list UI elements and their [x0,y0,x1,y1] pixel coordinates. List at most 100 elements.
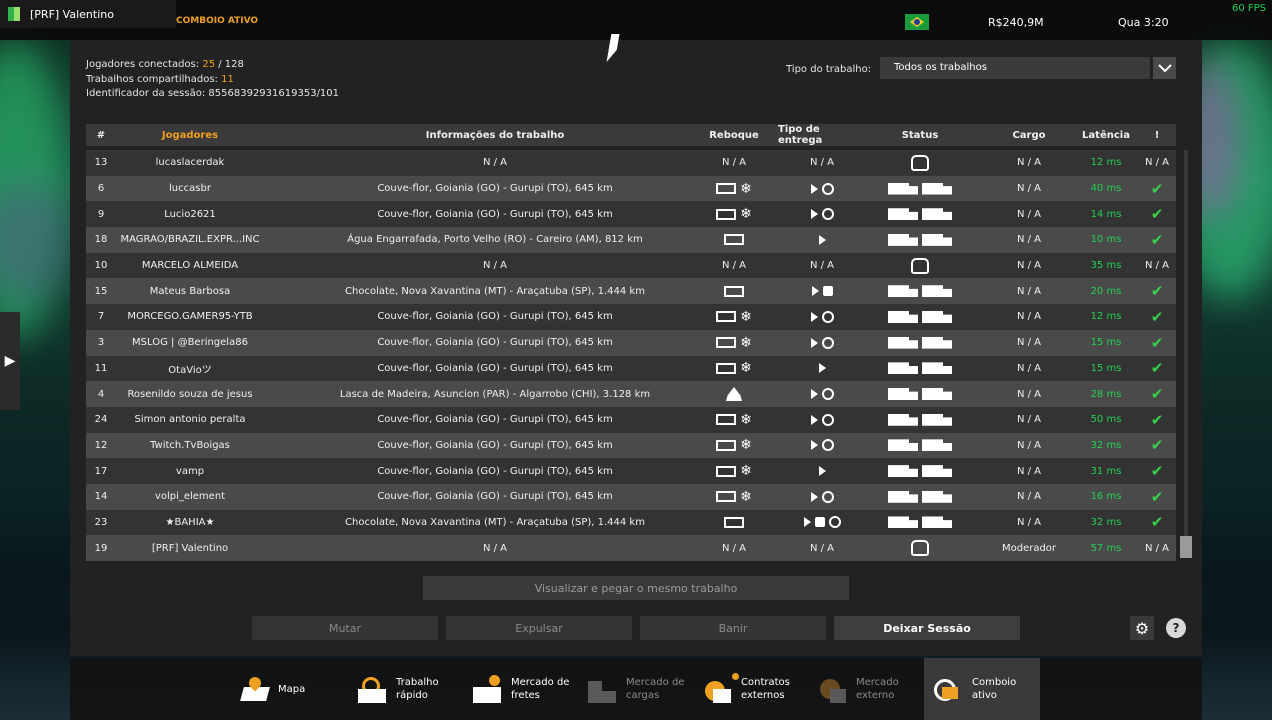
col-status[interactable]: Status [876,124,964,146]
nav-freight-market[interactable]: Mercado de fretes [473,658,569,720]
dock-icon [821,490,834,503]
refrigerated-icon: ❄ [740,488,752,505]
status-cell [876,150,964,176]
cargo-role: N / A [1016,516,1042,528]
col-cargo[interactable]: Cargo [994,124,1064,146]
trailer-cell: N / A [721,260,747,272]
col-latency[interactable]: Latência [1076,124,1136,146]
check-icon: ✔ [1150,487,1164,506]
leave-session-button[interactable]: Deixar Sessão [834,616,1020,640]
check-icon: ✔ [1150,282,1164,301]
table-row[interactable]: 15 Mateus Barbosa Chocolate, Nova Xavantin… [86,278,1176,305]
col-trailer[interactable]: Reboque [709,124,759,146]
latency-value: 15 ms [1090,337,1122,349]
play-icon [810,337,818,348]
table-row[interactable]: 24 Simon antonio peralta Couve-flor, Goian… [86,406,1176,433]
play-icon [810,414,818,425]
view-same-job-button[interactable]: Visualizar e pegar o mesmo trabalho [423,576,849,600]
table-row[interactable]: 3 MSLOG | @Beringela86 Couve-flor, Goiania… [86,329,1176,356]
table-row[interactable]: 11 OtaVioツ Couve-flor, Goiania (GO) - Guru… [86,355,1176,382]
nav-quick-job[interactable]: Trabalho rápido [358,658,439,720]
truck-icon [888,362,918,375]
table-row[interactable]: 10 MARCELO ALMEIDA N / A N / A N / A N / A 35 … [86,252,1176,279]
delivery-cell [778,433,866,459]
dock-icon [828,516,841,529]
job-info: Chocolate, Nova Xavantina (MT) - Araçatu… [345,285,645,297]
delivery-cell: N / A [809,157,835,169]
table-row[interactable]: 23 ★BAHIA★ Chocolate, Nova Xavantina (MT) … [86,509,1176,536]
cargo-role: Moderador [1001,542,1057,554]
kick-button[interactable]: Expulsar [446,616,632,640]
delivery-cell [778,176,866,202]
delivery-cell [778,278,866,304]
car-icon [911,540,929,557]
col-delivery-type[interactable]: Tipo de entrega [778,124,866,146]
refrigerated-icon: ❄ [740,463,752,480]
latency-value: 14 ms [1090,208,1122,220]
col-num[interactable]: # [86,124,116,146]
col-alert[interactable]: ! [1138,124,1176,146]
table-row[interactable]: 4 Rosenildo souza de jesus Lasca de Madeir… [86,381,1176,407]
truck-icon [888,439,918,452]
scrollbar-thumb[interactable] [1180,536,1192,558]
nav-external-contracts[interactable]: Contratos externos [703,658,790,720]
alert-cell: N / A [1144,542,1170,554]
table-row[interactable]: 19 [PRF] Valentino N / A N / A N / A Moderado… [86,535,1176,561]
job-info: Couve-flor, Goiania (GO) - Gurupi (TO), … [377,491,613,503]
table-row[interactable]: 9 Lucio2621 Couve-flor, Goiania (GO) - Gur… [86,201,1176,228]
player-name: volpi_element [154,491,226,503]
table-row[interactable]: 7 MORCEGO.GAMER95-YTB Couve-flor, Goiania … [86,304,1176,330]
dock-icon [821,336,834,349]
status-cell [876,227,964,253]
jobs-shared-count: 11 [221,73,234,85]
trailer-cell: N / A [721,157,747,169]
trailer-icon [716,183,737,195]
truck-icon [922,516,952,529]
ban-button[interactable]: Banir [640,616,826,640]
latency-value: 40 ms [1090,183,1122,195]
table-row[interactable]: 6 luccasbr Couve-flor, Goiania (GO) - Guru… [86,175,1176,202]
nav-active-convoy[interactable]: Comboio ativo [924,658,1040,720]
play-icon [803,517,811,528]
delivery-cell [778,510,866,536]
nav-cargo-market[interactable]: Mercado de cargas [588,658,684,720]
col-job-info[interactable]: Informações do trabalho [286,124,704,146]
trailer-icon [716,337,737,349]
job-type-dropdown-button[interactable] [1153,57,1176,79]
nav-external-market[interactable]: Mercado externo [818,658,899,720]
players-table: 13 lucaslacerdak N / A N / A N / A N / A 12 ms… [86,150,1176,561]
trailer-icon [716,362,737,374]
truck-icon [888,285,918,298]
trailer-icon [716,491,737,503]
settings-gear-icon[interactable]: ⚙ [1130,616,1154,640]
trailer-cell [714,278,754,304]
nav-map[interactable]: Mapa [240,658,305,720]
player-name: MSLOG | @Beringela86 [132,337,248,349]
job-type-select[interactable]: Todos os trabalhos [880,57,1150,79]
table-row[interactable]: 13 lucaslacerdak N / A N / A N / A N / A 12 ms… [86,150,1176,176]
truck-icon [888,465,918,478]
scrollbar-track[interactable] [1184,150,1188,556]
latency-value: 31 ms [1090,465,1122,477]
job-info: Couve-flor, Goiania (GO) - Gurupi (TO), … [377,311,613,323]
job-info: Couve-flor, Goiania (GO) - Gurupi (TO), … [377,439,613,451]
col-players[interactable]: Jogadores [116,124,264,146]
side-expand-tab[interactable]: ▶ [0,312,20,410]
help-icon[interactable]: ? [1166,618,1186,638]
row-number: 12 [94,439,108,451]
cargo-bag-icon [814,517,825,528]
truck-icon [888,413,918,426]
status-cell [876,176,964,202]
truck-icon [888,516,918,529]
player-name: lucaslacerdak [155,157,225,169]
mute-button[interactable]: Mutar [252,616,438,640]
truck-icon [888,388,918,401]
job-info: N / A [482,542,508,554]
table-row[interactable]: 18 MAGRAO/BRAZIL.EXPR...INC Água Engarrafa… [86,227,1176,253]
table-row[interactable]: 14 volpi_element Couve-flor, Goiania (GO) … [86,483,1176,510]
play-icon [810,440,818,451]
table-row[interactable]: 17 vamp Couve-flor, Goiania (GO) - Gurupi … [86,458,1176,484]
dock-icon [821,413,834,426]
table-row[interactable]: 12 Twitch.TvBoigas Couve-flor, Goiania (GO… [86,432,1176,459]
trailer-cell: ❄ [714,484,754,510]
